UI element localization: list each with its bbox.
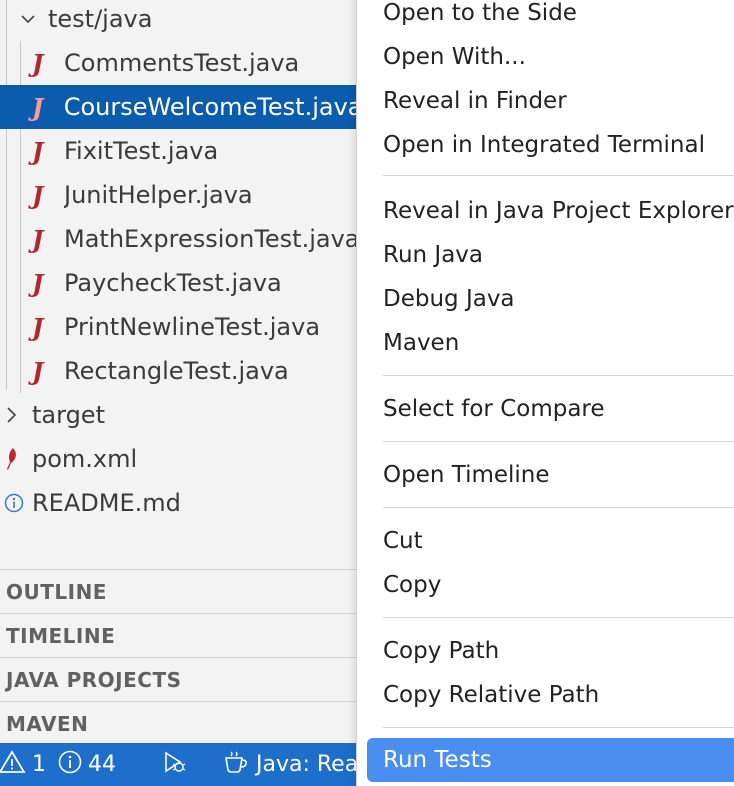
- menu-separator: [383, 175, 734, 176]
- file-label: RectangleTest.java: [64, 357, 289, 385]
- file-label: pom.xml: [32, 445, 138, 473]
- debug-button[interactable]: [160, 743, 188, 786]
- info-count: 44: [88, 752, 116, 777]
- info-icon: [4, 493, 32, 513]
- menu-item-open-timeline[interactable]: Open Timeline: [367, 456, 734, 494]
- file-label: FixitTest.java: [64, 137, 219, 165]
- menu-item-debug-java[interactable]: Debug Java: [367, 280, 734, 318]
- menu-item-copy-relative-path[interactable]: Copy Relative Path: [367, 676, 734, 714]
- menu-separator: [383, 727, 734, 728]
- file-label: README.md: [32, 489, 181, 517]
- section-title: JAVA PROJECTS: [6, 667, 182, 692]
- file-label: CommentsTest.java: [64, 49, 300, 77]
- problems-indicator[interactable]: 1 44: [0, 743, 116, 786]
- warning-icon: [0, 749, 26, 780]
- menu-item-select-for-compare[interactable]: Select for Compare: [367, 390, 734, 428]
- file-explorer: test/java J CommentsTest.java J CourseWe…: [0, 0, 360, 743]
- section-title: OUTLINE: [6, 579, 107, 604]
- menu-separator: [383, 617, 734, 618]
- section-timeline[interactable]: TIMELINE: [0, 613, 360, 657]
- vscode-window: test/java J CommentsTest.java J CourseWe…: [0, 0, 734, 786]
- chevron-down-icon: [20, 11, 48, 27]
- file-label: MathExpressionTest.java: [64, 225, 360, 253]
- java-file-icon: J: [32, 180, 44, 210]
- file-label: CourseWelcomeTest.java: [63, 93, 360, 121]
- coffee-cup-icon: [222, 749, 250, 781]
- folder-label: test/java: [48, 5, 153, 33]
- file-label: PrintNewlineTest.java: [64, 313, 321, 341]
- section-title: MAVEN: [6, 711, 89, 736]
- menu-item-cut[interactable]: Cut: [367, 522, 734, 560]
- folder-label: target: [32, 401, 105, 429]
- menu-item-maven[interactable]: Maven: [367, 324, 734, 362]
- file-readme-md[interactable]: README.md: [0, 481, 360, 525]
- menu-separator: [383, 375, 734, 376]
- file-item[interactable]: J CommentsTest.java: [0, 41, 360, 85]
- maven-feather-icon: [4, 447, 32, 471]
- java-file-icon: J: [32, 48, 44, 78]
- file-label: PaycheckTest.java: [64, 269, 282, 297]
- file-item[interactable]: J PrintNewlineTest.java: [0, 305, 360, 349]
- file-item-selected[interactable]: J CourseWelcomeTest.java: [0, 85, 360, 129]
- folder-test-java[interactable]: test/java: [0, 0, 360, 41]
- section-java-projects[interactable]: JAVA PROJECTS: [0, 657, 360, 701]
- java-status-text: Java: Rea: [256, 752, 359, 777]
- file-item[interactable]: J JunitHelper.java: [0, 173, 360, 217]
- warning-count: 1: [32, 752, 46, 777]
- java-status[interactable]: Java: Rea: [222, 743, 358, 786]
- file-item[interactable]: J MathExpressionTest.java: [0, 217, 360, 261]
- file-pom-xml[interactable]: pom.xml: [0, 437, 360, 481]
- java-file-icon: J: [32, 224, 44, 254]
- menu-item-copy-path[interactable]: Copy Path: [367, 632, 734, 670]
- menu-item-run-java[interactable]: Run Java: [367, 236, 734, 274]
- menu-item-open-to-side[interactable]: Open to the Side: [367, 0, 734, 32]
- section-title: TIMELINE: [6, 623, 116, 648]
- debug-icon: [160, 749, 188, 781]
- section-outline[interactable]: OUTLINE: [0, 569, 360, 613]
- menu-separator: [383, 441, 734, 442]
- context-menu: Open to the Side Open With... Reveal in …: [356, 0, 734, 786]
- chevron-right-icon: [4, 406, 32, 424]
- java-file-icon: J: [32, 92, 44, 122]
- menu-item-open-with[interactable]: Open With...: [367, 38, 734, 76]
- menu-item-run-tests[interactable]: Run Tests: [367, 738, 734, 782]
- info-icon: [58, 750, 82, 780]
- file-item[interactable]: J RectangleTest.java: [0, 349, 360, 393]
- file-item[interactable]: J PaycheckTest.java: [0, 261, 360, 305]
- menu-item-open-in-terminal[interactable]: Open in Integrated Terminal: [367, 126, 734, 164]
- menu-item-reveal-in-finder[interactable]: Reveal in Finder: [367, 82, 734, 120]
- menu-item-reveal-in-java-project-explorer[interactable]: Reveal in Java Project Explorer: [367, 192, 734, 230]
- menu-separator: [383, 507, 734, 508]
- java-file-icon: J: [32, 312, 44, 342]
- folder-target[interactable]: target: [0, 393, 360, 437]
- section-maven[interactable]: MAVEN: [0, 701, 360, 745]
- java-file-icon: J: [32, 356, 44, 386]
- file-label: JunitHelper.java: [64, 181, 253, 209]
- java-file-icon: J: [32, 136, 44, 166]
- file-item[interactable]: J FixitTest.java: [0, 129, 360, 173]
- java-file-icon: J: [32, 268, 44, 298]
- menu-item-copy[interactable]: Copy: [367, 566, 734, 604]
